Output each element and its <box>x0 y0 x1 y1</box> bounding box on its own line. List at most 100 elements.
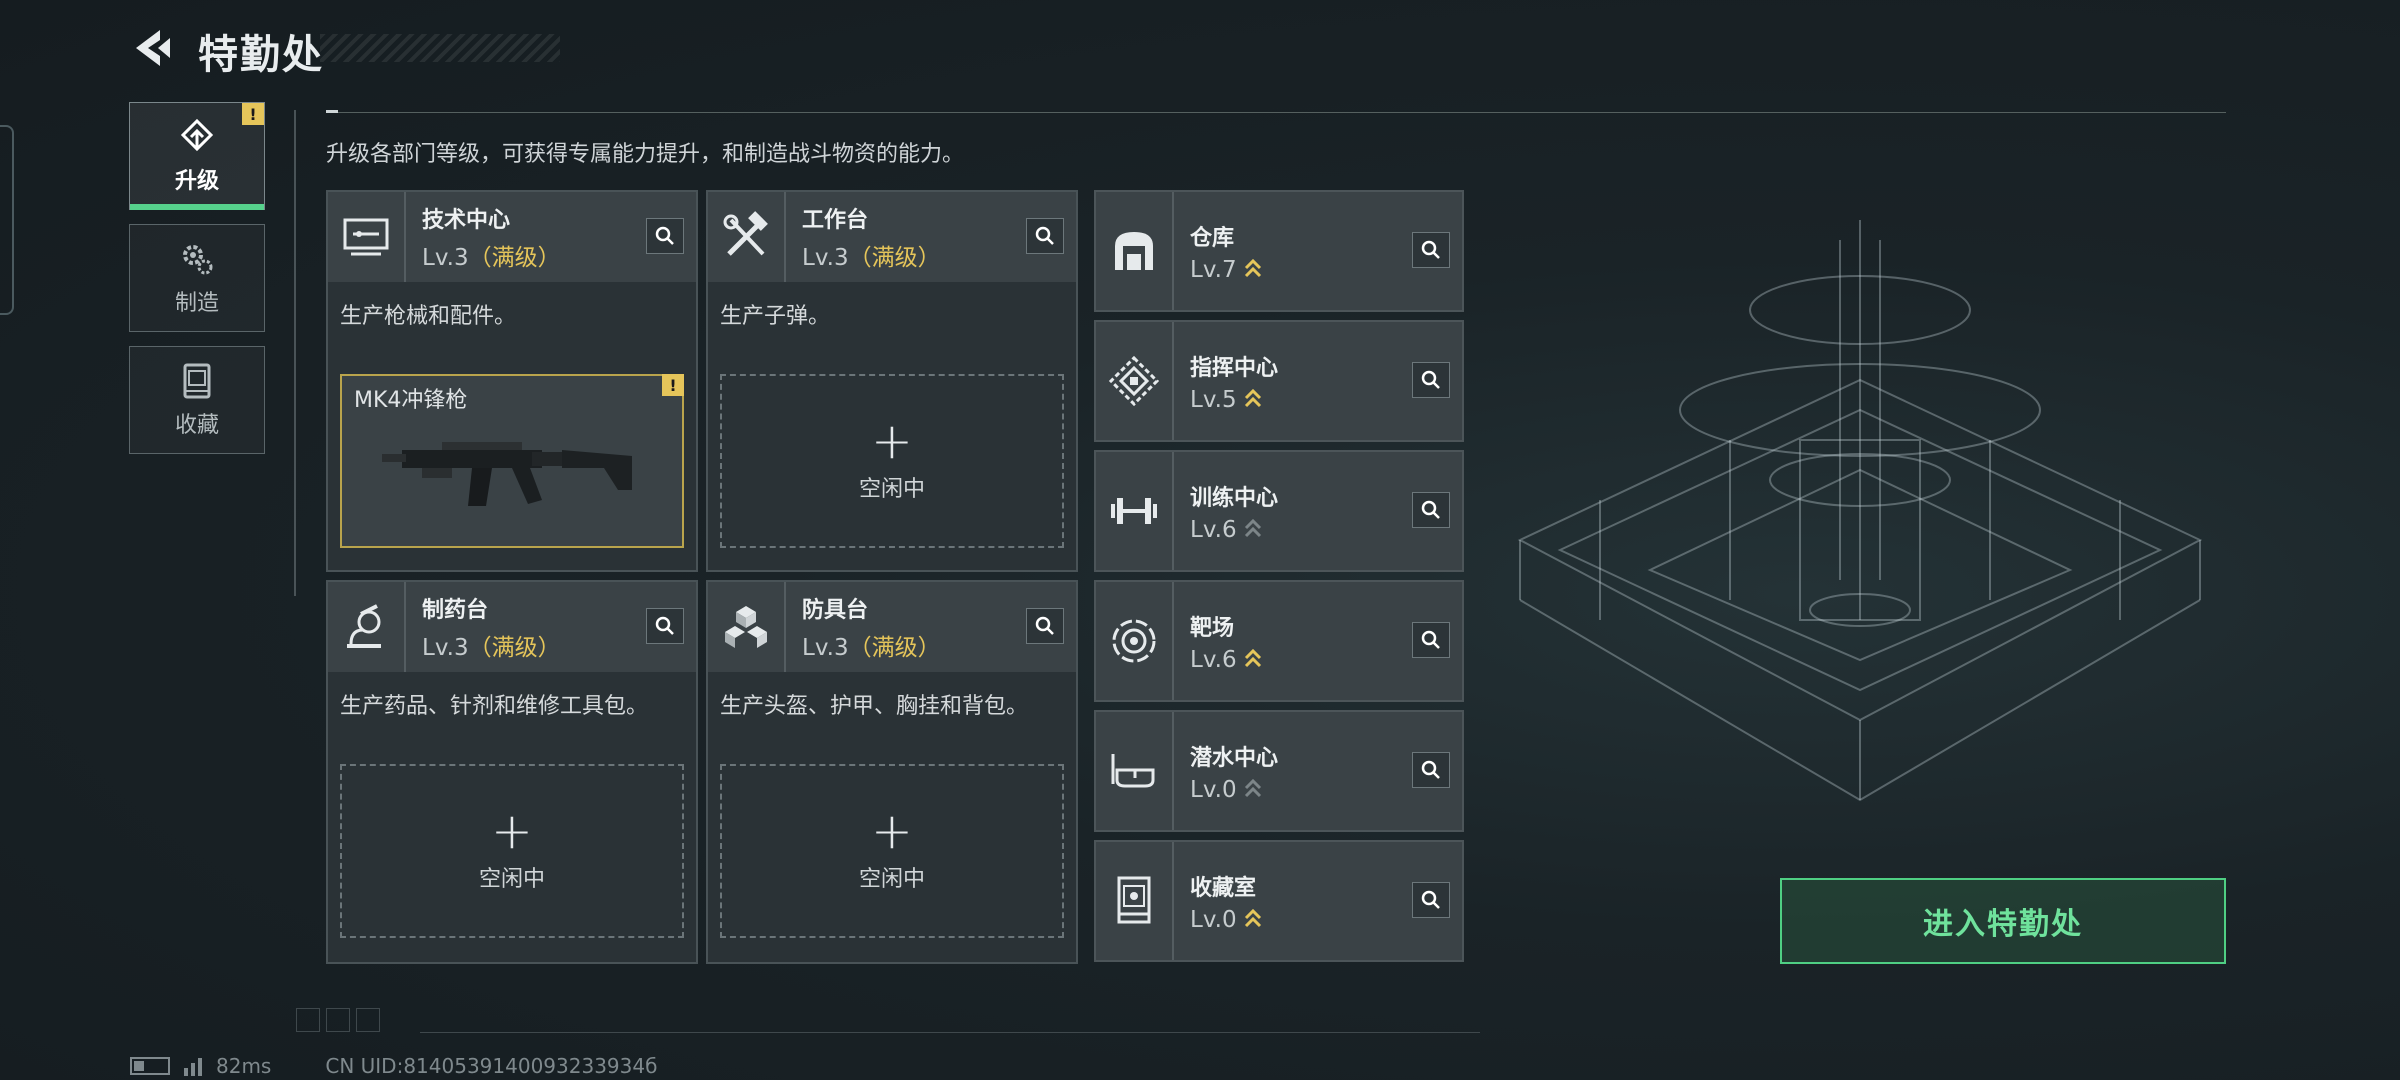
department-level: Lv.3 <box>422 635 469 661</box>
up-chevron-icon <box>1244 388 1261 407</box>
search-button[interactable] <box>646 218 684 254</box>
facility-name: 训练中心 <box>1190 485 1279 511</box>
diving-mask-icon <box>1096 712 1174 830</box>
search-icon <box>655 616 674 635</box>
signal-icon <box>184 1056 202 1076</box>
search-button[interactable] <box>1412 362 1450 398</box>
production-slot-empty[interactable]: + 空闲中 <box>340 764 684 938</box>
max-level-tag: （满级） <box>848 635 941 661</box>
facility-card-collection-room[interactable]: 收藏室 Lv.0 <box>1094 840 1464 962</box>
slot-status: 空闲中 <box>478 867 545 892</box>
department-name: 制药台 <box>422 598 489 623</box>
department-description: 生产子弹。 <box>720 304 831 329</box>
title-decoration <box>320 34 560 62</box>
department-level: Lv.3 <box>802 635 849 661</box>
command-center-icon <box>1096 322 1174 440</box>
department-card-armor[interactable]: 防具台 Lv.3（满级） 生产头盔、护甲、胸挂和背包。 + 空闲中 <box>706 580 1078 964</box>
search-icon <box>1421 500 1440 519</box>
facility-card-training-center[interactable]: 训练中心 Lv.6 <box>1094 450 1464 572</box>
enter-special-ops-button[interactable]: 进入特勤处 <box>1780 878 2226 964</box>
tech-center-icon <box>328 192 406 282</box>
facility-card-command-center[interactable]: 指挥中心 Lv.5 <box>1094 320 1464 442</box>
facility-level: Lv.6 <box>1190 516 1237 543</box>
facility-name: 潜水中心 <box>1190 745 1279 771</box>
facility-card-shooting-range[interactable]: 靶场 Lv.6 <box>1094 580 1464 702</box>
search-button[interactable] <box>1026 608 1064 644</box>
dumbbell-icon <box>1096 452 1174 570</box>
back-button[interactable] <box>130 26 174 70</box>
search-button[interactable] <box>1412 622 1450 658</box>
collection-icon <box>183 363 211 399</box>
collection-room-icon <box>1096 842 1174 960</box>
search-icon <box>1035 226 1054 245</box>
department-card-tech-center[interactable]: 技术中心 Lv.3（满级） 生产枪械和配件。 ! MK4冲锋枪 <box>326 190 698 572</box>
battery-icon <box>130 1057 170 1075</box>
section-description: 升级各部门等级，可获得专属能力提升，和制造战斗物资的能力。 <box>326 142 965 167</box>
department-name: 防具台 <box>802 598 869 623</box>
facility-name: 指挥中心 <box>1190 355 1279 381</box>
plus-icon: + <box>871 802 913 860</box>
facility-level: Lv.6 <box>1190 646 1237 673</box>
search-icon <box>1421 760 1440 779</box>
divider <box>420 1032 1480 1033</box>
production-slot-empty[interactable]: + 空闲中 <box>720 374 1064 548</box>
warning-badge: ! <box>242 103 264 125</box>
search-button[interactable] <box>1412 882 1450 918</box>
max-level-tag: （满级） <box>468 635 561 661</box>
max-level-tag: （满级） <box>468 245 561 271</box>
facility-level: Lv.7 <box>1190 256 1237 283</box>
search-button[interactable] <box>1412 492 1450 528</box>
up-chevron-icon <box>1244 648 1261 667</box>
search-icon <box>1421 240 1440 259</box>
craft-gear-icon <box>183 245 213 275</box>
facility-card-diving-center[interactable]: 潜水中心 Lv.0 <box>1094 710 1464 832</box>
slot-status: 空闲中 <box>858 477 925 502</box>
search-button[interactable] <box>1026 218 1064 254</box>
up-chevron-icon <box>1244 258 1261 277</box>
max-level-tag: （满级） <box>848 245 941 271</box>
production-slot-weapon[interactable]: ! MK4冲锋枪 <box>340 374 684 548</box>
warning-badge: ! <box>662 374 684 396</box>
search-icon <box>655 226 674 245</box>
bottom-decoration <box>296 1008 380 1032</box>
tab-collection-label: 收藏 <box>174 413 219 438</box>
department-level: Lv.3 <box>802 245 849 271</box>
facility-level: Lv.0 <box>1190 906 1237 933</box>
department-description: 生产药品、针剂和维修工具包。 <box>340 694 649 719</box>
department-description: 生产枪械和配件。 <box>340 304 517 329</box>
user-uid: CN UID:8140539140093233934б <box>325 1054 658 1078</box>
warehouse-icon <box>1096 192 1174 310</box>
weapon-image <box>382 442 632 506</box>
department-description: 生产头盔、护甲、胸挂和背包。 <box>720 694 1029 719</box>
target-icon <box>1096 582 1174 700</box>
search-button[interactable] <box>646 608 684 644</box>
up-chevron-icon <box>1244 518 1261 537</box>
armor-cubes-icon <box>708 582 786 672</box>
production-slot-empty[interactable]: + 空闲中 <box>720 764 1064 938</box>
tab-collection[interactable]: 收藏 <box>129 346 265 454</box>
search-button[interactable] <box>1412 752 1450 788</box>
facility-name: 收藏室 <box>1190 875 1257 901</box>
upgrade-icon <box>180 118 214 152</box>
search-icon <box>1035 616 1054 635</box>
back-arrow-icon <box>136 30 170 66</box>
status-bar: 82ms CN UID:8140539140093233934б <box>130 1054 657 1078</box>
department-card-workbench[interactable]: 工作台 Lv.3（满级） 生产子弹。 + 空闲中 <box>706 190 1078 572</box>
tab-upgrade[interactable]: ! 升级 <box>129 102 265 210</box>
divider <box>294 110 296 596</box>
facility-card-warehouse[interactable]: 仓库 Lv.7 <box>1094 190 1464 312</box>
department-card-pharmacy[interactable]: 制药台 Lv.3（满级） 生产药品、针剂和维修工具包。 + 空闲中 <box>326 580 698 964</box>
facility-name: 靶场 <box>1190 615 1235 641</box>
tab-craft[interactable]: 制造 <box>129 224 265 332</box>
plus-icon: + <box>491 802 533 860</box>
edge-handle[interactable] <box>0 125 14 315</box>
search-icon <box>1421 630 1440 649</box>
divider-tick <box>326 110 338 113</box>
search-button[interactable] <box>1412 232 1450 268</box>
facility-hologram-image <box>1517 220 2203 802</box>
facility-name: 仓库 <box>1190 225 1235 251</box>
up-chevron-icon <box>1244 778 1261 797</box>
facility-level: Lv.5 <box>1190 386 1237 413</box>
up-chevron-icon <box>1244 908 1261 927</box>
tab-craft-label: 制造 <box>174 291 219 316</box>
